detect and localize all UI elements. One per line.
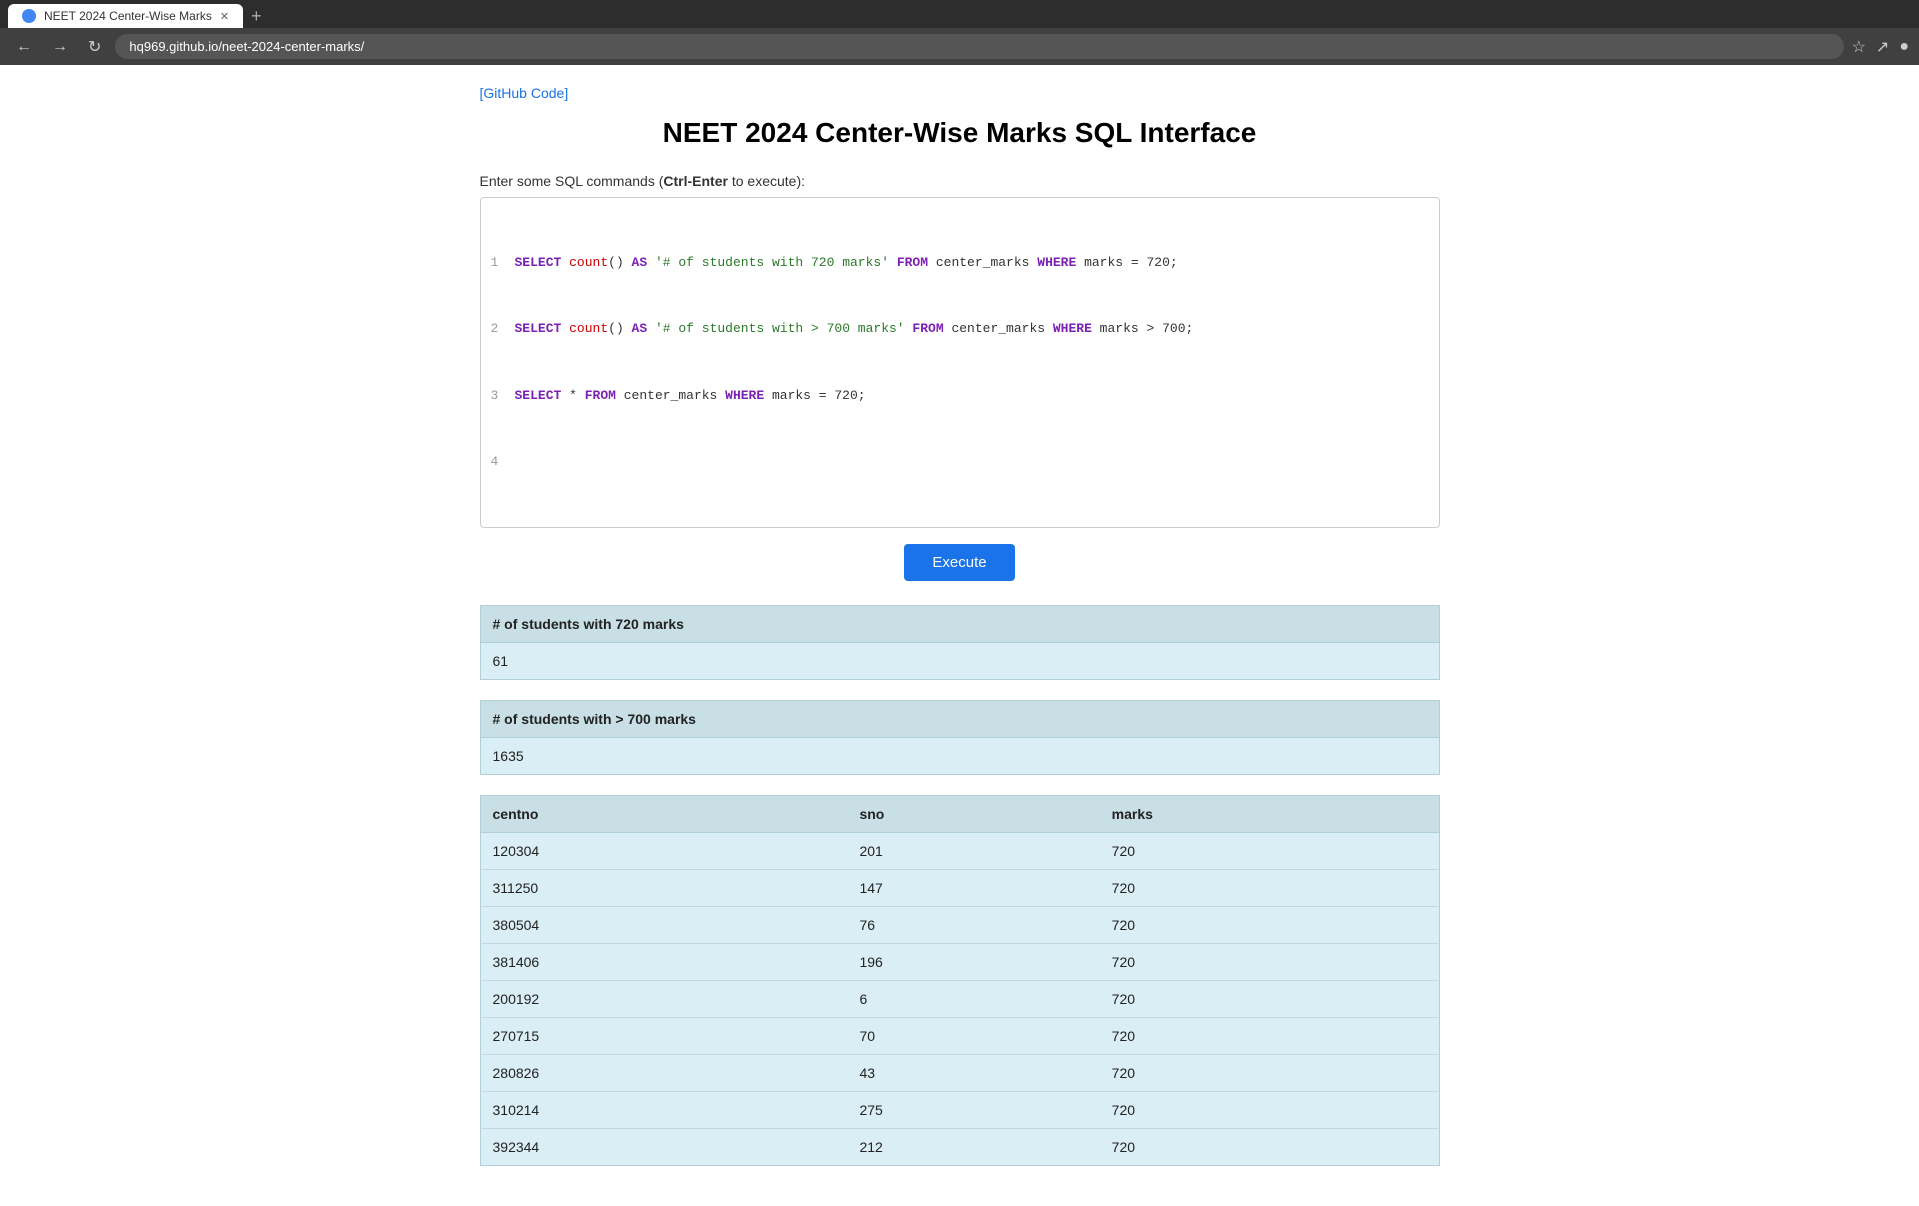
forward-button[interactable]: → (46, 36, 74, 58)
cell-centno: 392344 (480, 1129, 847, 1166)
new-tab-button[interactable]: + (243, 6, 270, 27)
table-row: 28082643720 (480, 1055, 1439, 1092)
table-row: 311250147720 (480, 870, 1439, 907)
result-table-1: # of students with 720 marks 61 (480, 605, 1440, 680)
cell-sno: 70 (847, 1018, 1099, 1055)
table-row: 27071570720 (480, 1018, 1439, 1055)
cell-marks: 720 (1100, 944, 1439, 981)
cell-marks: 720 (1100, 907, 1439, 944)
cell-marks: 720 (1100, 870, 1439, 907)
sql-line-2: 2 SELECT count () AS '# of students with… (491, 318, 1429, 340)
column-header-marks: marks (1100, 796, 1439, 833)
cell-marks: 720 (1100, 1092, 1439, 1129)
cell-centno: 120304 (480, 833, 847, 870)
execute-button[interactable]: Execute (904, 544, 1014, 581)
table-row: 61 (480, 643, 1439, 680)
cell-marks: 720 (1100, 1018, 1439, 1055)
reload-button[interactable]: ↻ (82, 35, 107, 59)
cell-marks: 720 (1100, 981, 1439, 1018)
cell-centno: 200192 (480, 981, 847, 1018)
cell-sno: 6 (847, 981, 1099, 1018)
back-button[interactable]: ← (10, 36, 38, 58)
result-table-3: centnosnomarks 1203042017203112501477203… (480, 795, 1440, 1166)
column-header-centno: centno (480, 796, 847, 833)
result1-value: 61 (480, 643, 1439, 680)
cell-centno: 380504 (480, 907, 847, 944)
browser-tab[interactable]: NEET 2024 Center-Wise Marks ✕ (8, 4, 243, 28)
page-content: [GitHub Code] NEET 2024 Center-Wise Mark… (460, 65, 1460, 1206)
result1-header: # of students with 720 marks (480, 606, 1439, 643)
bookmark-icon[interactable]: ☆ (1852, 37, 1866, 57)
sql-line-3: 3 SELECT * FROM center_marks WHERE marks… (491, 385, 1429, 407)
cell-sno: 212 (847, 1129, 1099, 1166)
tab-title: NEET 2024 Center-Wise Marks (44, 9, 212, 23)
sql-section: Enter some SQL commands (Ctrl-Enter to e… (480, 173, 1440, 528)
table-row: 2001926720 (480, 981, 1439, 1018)
cell-centno: 280826 (480, 1055, 847, 1092)
sql-line-1: 1 SELECT count () AS '# of students with… (491, 252, 1429, 274)
page-title: NEET 2024 Center-Wise Marks SQL Interfac… (480, 117, 1440, 149)
tab-close-button[interactable]: ✕ (220, 10, 229, 23)
result-section-2: # of students with > 700 marks 1635 (480, 700, 1440, 775)
tab-favicon (22, 9, 36, 23)
table-row: 392344212720 (480, 1129, 1439, 1166)
table-row: 120304201720 (480, 833, 1439, 870)
sql-label: Enter some SQL commands (Ctrl-Enter to e… (480, 173, 1440, 189)
cell-sno: 147 (847, 870, 1099, 907)
cell-marks: 720 (1100, 833, 1439, 870)
result2-header: # of students with > 700 marks (480, 701, 1439, 738)
cell-centno: 311250 (480, 870, 847, 907)
github-link[interactable]: [GitHub Code] (480, 85, 569, 101)
result-section-1: # of students with 720 marks 61 (480, 605, 1440, 680)
github-link-container: [GitHub Code] (480, 85, 1440, 101)
cell-centno: 270715 (480, 1018, 847, 1055)
sql-line-4: 4 (491, 451, 1429, 473)
cell-centno: 381406 (480, 944, 847, 981)
profile-icon[interactable]: ● (1899, 38, 1909, 56)
share-icon[interactable]: ↗ (1876, 37, 1889, 57)
table-row: 1635 (480, 738, 1439, 775)
table-row: 381406196720 (480, 944, 1439, 981)
cell-sno: 76 (847, 907, 1099, 944)
sql-editor[interactable]: 1 SELECT count () AS '# of students with… (480, 197, 1440, 528)
nav-icons: ☆ ↗ ● (1852, 37, 1909, 57)
execute-btn-container: Execute (480, 544, 1440, 581)
cell-marks: 720 (1100, 1129, 1439, 1166)
cell-sno: 43 (847, 1055, 1099, 1092)
url-bar[interactable] (115, 34, 1843, 59)
browser-tab-bar: NEET 2024 Center-Wise Marks ✕ + (0, 0, 1919, 28)
result-table-2: # of students with > 700 marks 1635 (480, 700, 1440, 775)
cell-sno: 201 (847, 833, 1099, 870)
table-row: 310214275720 (480, 1092, 1439, 1129)
cell-marks: 720 (1100, 1055, 1439, 1092)
cell-sno: 196 (847, 944, 1099, 981)
table-row: 38050476720 (480, 907, 1439, 944)
cell-sno: 275 (847, 1092, 1099, 1129)
result2-value: 1635 (480, 738, 1439, 775)
browser-nav-bar: ← → ↻ ☆ ↗ ● (0, 28, 1919, 65)
column-header-sno: sno (847, 796, 1099, 833)
cell-centno: 310214 (480, 1092, 847, 1129)
result-section-3: centnosnomarks 1203042017203112501477203… (480, 795, 1440, 1166)
